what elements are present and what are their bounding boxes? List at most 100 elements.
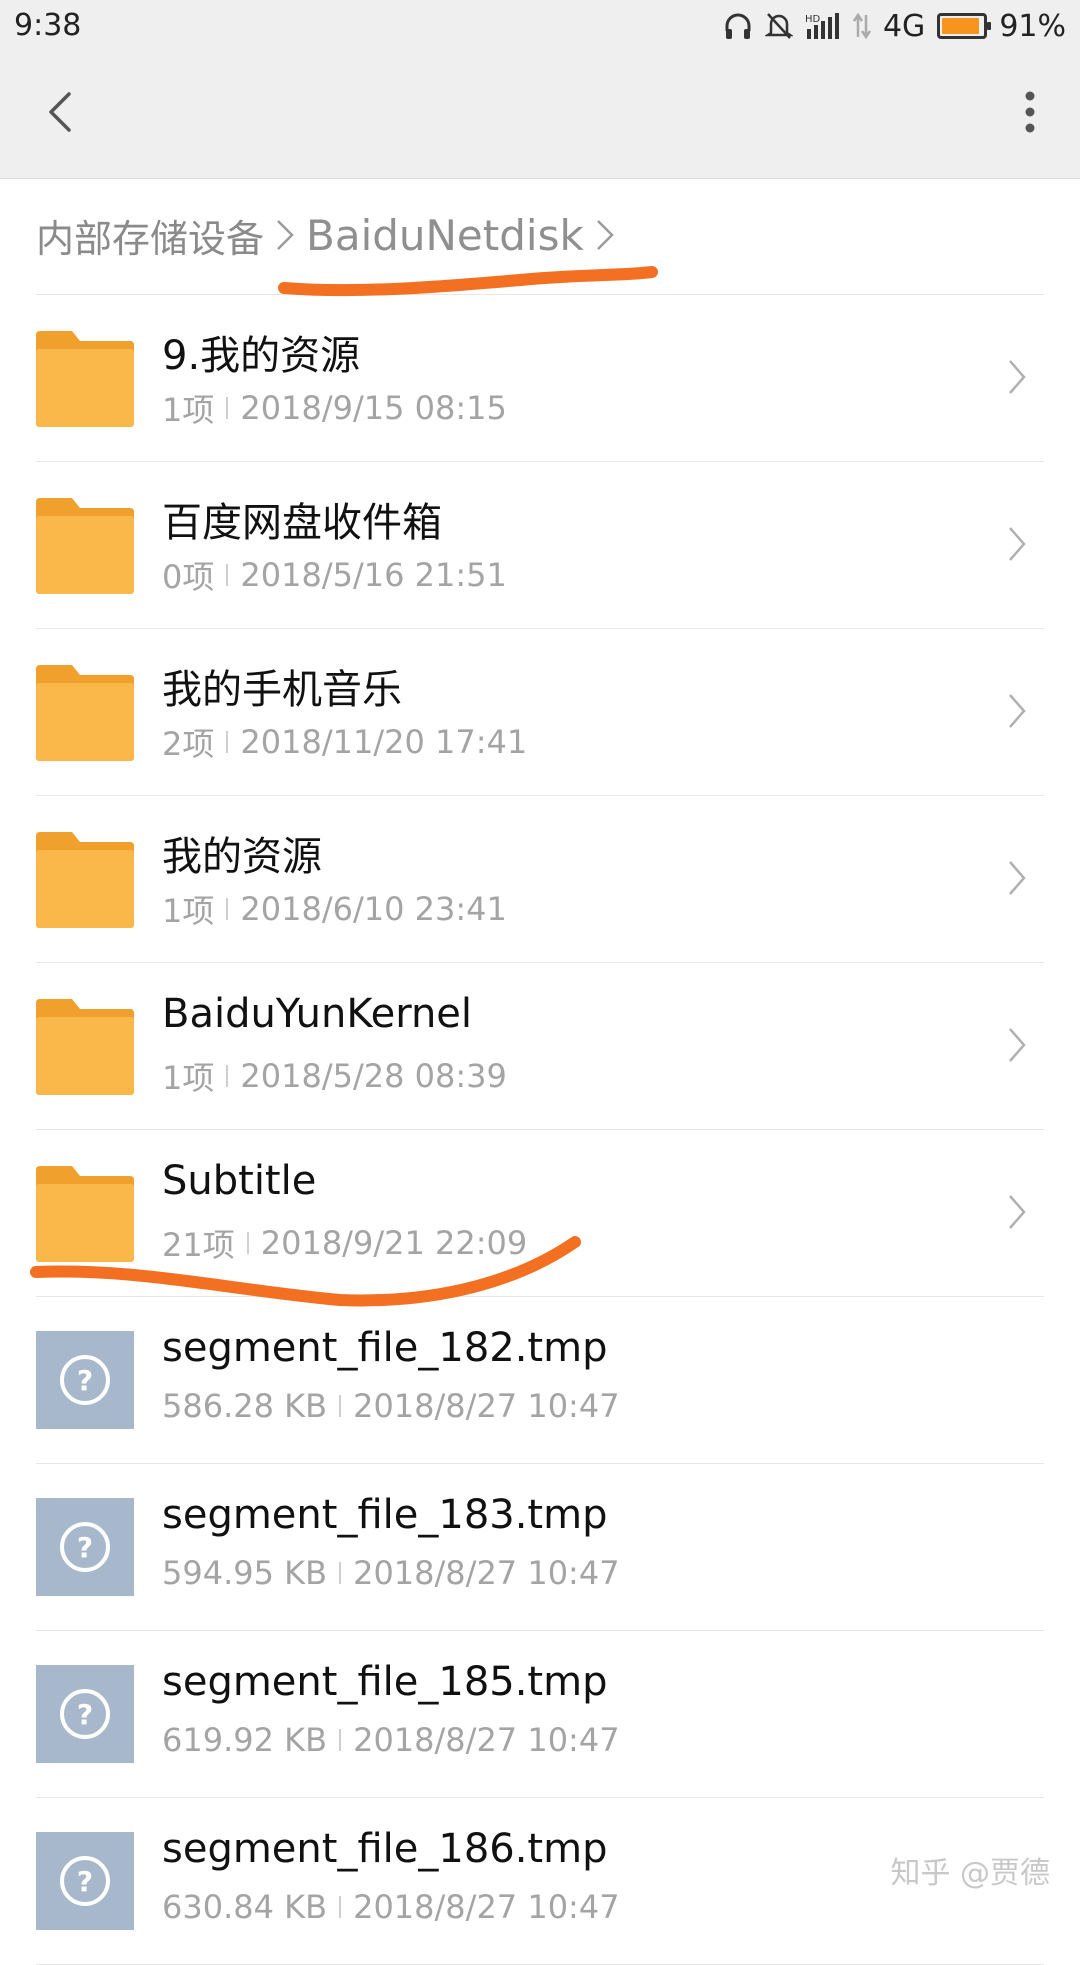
unknown-file-icon: ? — [36, 1665, 134, 1763]
meta-separator — [339, 1395, 342, 1417]
item-meta: 1项 2018/5/28 08:39 — [162, 1053, 507, 1099]
annotation-underline-breadcrumb — [278, 266, 658, 297]
item-meta: 21项 2018/9/21 22:09 — [162, 1220, 527, 1266]
item-meta: 1项 2018/9/15 08:15 — [162, 385, 507, 431]
item-name: 9.我的资源 — [162, 333, 361, 379]
back-arrow-icon — [49, 92, 71, 132]
status-bar: 9:38 HD 4G 91% — [0, 0, 1080, 52]
data-arrows-icon — [852, 11, 871, 41]
item-date: 2018/6/10 23:41 — [240, 890, 507, 928]
folder-row[interactable]: 9.我的资源 1项 2018/9/15 08:15 — [0, 295, 1080, 462]
chevron-right-icon — [1006, 691, 1028, 735]
item-count: 1项 — [162, 1059, 215, 1097]
meta-separator — [226, 898, 229, 920]
item-name: segment_file_185.tmp — [162, 1659, 608, 1705]
item-meta: 619.92 KB 2018/8/27 10:47 — [162, 1721, 620, 1759]
breadcrumb-item-baidunetdisk[interactable]: BaiduNetdisk — [306, 211, 584, 260]
meta-separator — [226, 1065, 229, 1087]
item-date: 2018/8/27 10:47 — [353, 1554, 620, 1592]
item-size: 619.92 KB — [162, 1721, 328, 1759]
meta-separator — [339, 1562, 342, 1584]
mute-bell-icon — [764, 11, 793, 41]
item-count: 1项 — [162, 391, 215, 429]
folder-icon — [36, 663, 134, 761]
item-size: 586.28 KB — [162, 1387, 328, 1425]
item-meta: 1项 2018/6/10 23:41 — [162, 886, 507, 932]
more-button[interactable] — [1000, 82, 1060, 142]
battery-percent: 91% — [999, 8, 1066, 44]
item-name: 我的资源 — [162, 834, 322, 880]
chevron-right-icon — [594, 215, 616, 255]
item-name: BaiduYunKernel — [162, 991, 473, 1037]
svg-text:?: ? — [77, 1364, 93, 1397]
meta-separator — [246, 1232, 249, 1254]
item-date: 2018/5/16 21:51 — [240, 556, 507, 594]
item-date: 2018/9/21 22:09 — [260, 1224, 528, 1262]
item-date: 2018/8/27 10:47 — [353, 1387, 620, 1425]
folder-icon — [36, 830, 134, 928]
item-date: 2018/5/28 08:39 — [240, 1057, 507, 1095]
item-name: segment_file_183.tmp — [162, 1492, 608, 1538]
folder-icon — [36, 997, 134, 1095]
item-name: segment_file_186.tmp — [162, 1826, 608, 1872]
folder-row[interactable]: 我的资源 1项 2018/6/10 23:41 — [0, 796, 1080, 963]
item-meta: 594.95 KB 2018/8/27 10:47 — [162, 1554, 620, 1592]
chevron-right-icon — [274, 215, 296, 255]
item-date: 2018/9/15 08:15 — [240, 389, 507, 427]
item-meta: 630.84 KB 2018/8/27 10:47 — [162, 1888, 620, 1926]
breadcrumb: 内部存储设备 BaiduNetdisk — [36, 205, 626, 265]
file-row[interactable]: ? segment_file_183.tmp 594.95 KB 2018/8/27 … — [0, 1464, 1080, 1631]
battery-fill — [942, 18, 979, 34]
meta-separator — [339, 1729, 342, 1751]
item-count: 1项 — [162, 892, 215, 930]
item-date: 2018/8/27 10:47 — [353, 1721, 620, 1759]
file-row[interactable]: ? segment_file_185.tmp 619.92 KB 2018/8/27 … — [0, 1631, 1080, 1798]
battery-icon — [937, 13, 992, 39]
item-meta: 0项 2018/5/16 21:51 — [162, 552, 507, 598]
more-vertical-icon — [1025, 91, 1035, 133]
meta-separator — [226, 564, 229, 586]
item-count: 21项 — [162, 1226, 235, 1264]
file-row[interactable]: ? segment_file_182.tmp 586.28 KB 2018/8/27 … — [0, 1297, 1080, 1464]
item-name: Subtitle — [162, 1158, 317, 1204]
back-button[interactable] — [30, 82, 90, 142]
unknown-file-icon: ? — [36, 1331, 134, 1429]
folder-row[interactable]: 百度网盘收件箱 0项 2018/5/16 21:51 — [0, 462, 1080, 629]
folder-row[interactable]: 我的手机音乐 2项 2018/11/20 17:41 — [0, 629, 1080, 796]
folder-icon — [36, 1164, 134, 1262]
app-bar — [0, 52, 1080, 179]
meta-separator — [226, 397, 229, 419]
network-type: 4G — [882, 8, 926, 44]
status-icons: HD 4G 91% — [723, 8, 1066, 44]
item-count: 0项 — [162, 558, 215, 596]
folder-row[interactable]: Subtitle 21项 2018/9/21 22:09 — [0, 1130, 1080, 1297]
folder-row[interactable]: BaiduYunKernel 1项 2018/5/28 08:39 — [0, 963, 1080, 1130]
breadcrumb-item-internal-storage[interactable]: 内部存储设备 — [36, 208, 264, 263]
item-meta: 586.28 KB 2018/8/27 10:47 — [162, 1387, 620, 1425]
meta-separator — [226, 731, 229, 753]
item-meta: 2项 2018/11/20 17:41 — [162, 719, 527, 765]
svg-text:?: ? — [77, 1531, 93, 1564]
svg-text:?: ? — [77, 1698, 93, 1731]
status-time: 9:38 — [14, 8, 82, 43]
chevron-right-icon — [1006, 357, 1028, 401]
svg-text:HD: HD — [805, 14, 821, 25]
folder-icon — [36, 496, 134, 594]
item-name: 我的手机音乐 — [162, 667, 402, 713]
chevron-right-icon — [1006, 1192, 1028, 1236]
item-name: 百度网盘收件箱 — [162, 500, 442, 546]
item-size: 630.84 KB — [162, 1888, 328, 1926]
item-name: segment_file_182.tmp — [162, 1325, 608, 1371]
unknown-file-icon: ? — [36, 1498, 134, 1596]
svg-text:?: ? — [77, 1865, 93, 1898]
watermark: 知乎 @贾德 — [890, 1856, 1050, 1891]
folder-icon — [36, 329, 134, 427]
meta-separator — [339, 1896, 342, 1918]
item-count: 2项 — [162, 725, 215, 763]
chevron-right-icon — [1006, 1025, 1028, 1069]
item-date: 2018/8/27 10:47 — [353, 1888, 620, 1926]
unknown-file-icon: ? — [36, 1832, 134, 1930]
item-date: 2018/11/20 17:41 — [240, 723, 528, 761]
chevron-right-icon — [1006, 858, 1028, 902]
chevron-right-icon — [1006, 524, 1028, 568]
